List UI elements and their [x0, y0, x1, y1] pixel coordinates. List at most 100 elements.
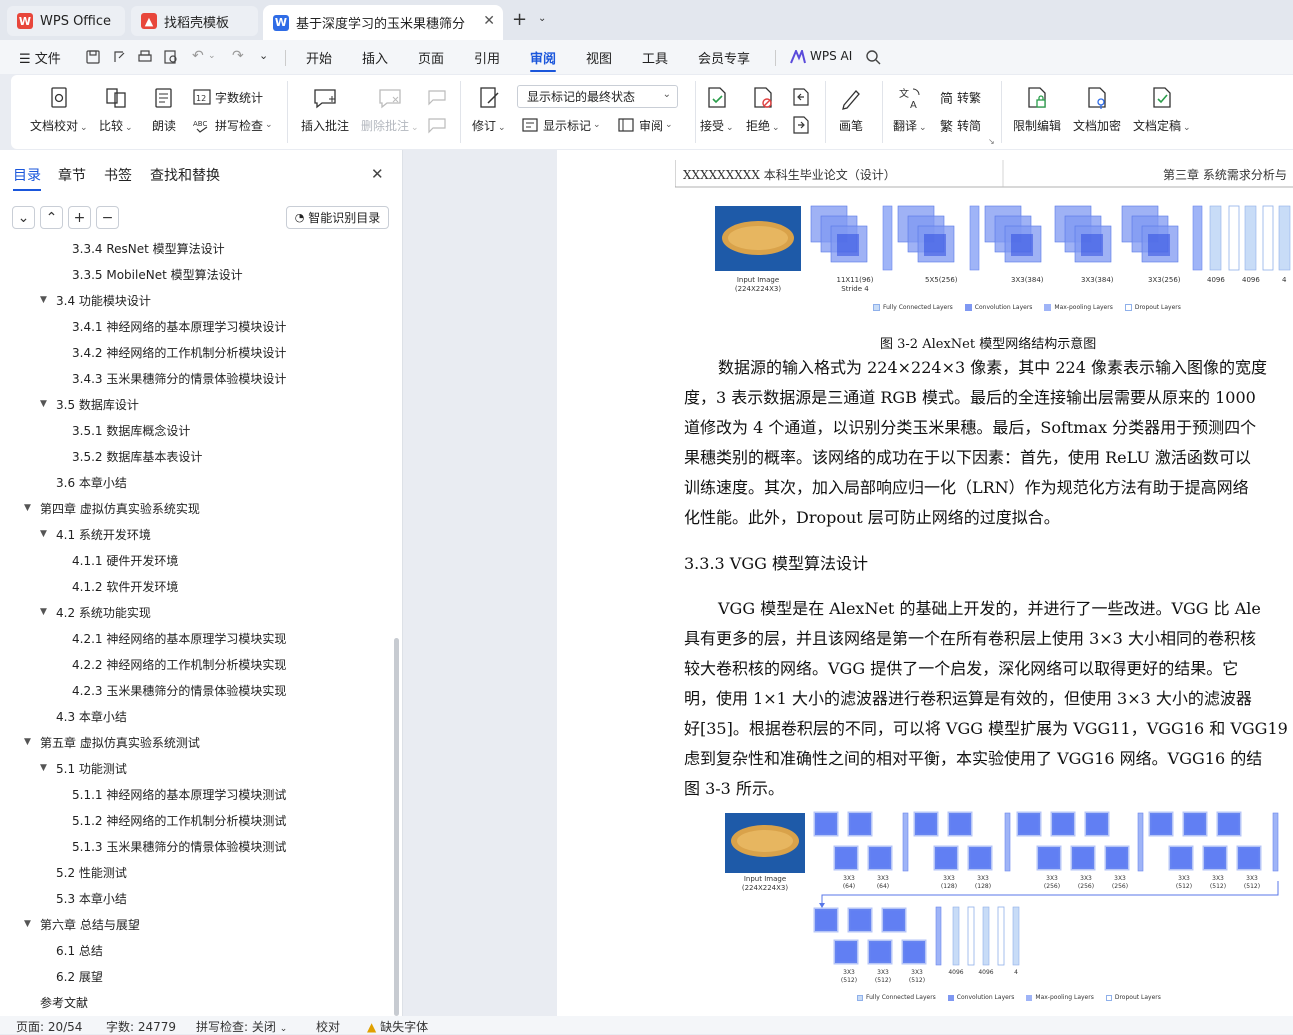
add-heading-button[interactable]: + — [68, 206, 91, 229]
toc-item[interactable]: ▼ 3.5 数据库设计 — [40, 391, 139, 417]
toc-scrollbar[interactable] — [394, 638, 399, 1016]
menu-file[interactable]: ☰ 文件 — [19, 48, 61, 67]
search-icon[interactable] — [865, 49, 881, 65]
toc-item[interactable]: 5.3 本章小结 — [56, 885, 127, 911]
insert-comment-button[interactable]: 插入批注 — [301, 85, 349, 134]
tab-docer[interactable]: ▲ 找稻壳模板 — [131, 6, 258, 36]
page-indicator[interactable]: 页面: 20/54 — [16, 1018, 82, 1035]
smart-toc-button[interactable]: ◔ 智能识别目录 — [286, 206, 389, 229]
toc-item[interactable]: 4.1.1 硬件开发环境 — [72, 547, 178, 573]
toc-item[interactable]: 3.5.1 数据库概念设计 — [72, 417, 190, 443]
expand-triangle-icon[interactable]: ▼ — [40, 607, 56, 617]
expand-triangle-icon[interactable]: ▼ — [24, 919, 40, 929]
finalize-button[interactable]: 文档定稿 ⌄ — [1133, 85, 1191, 134]
toc-item[interactable]: ▼ 5.1 功能测试 — [40, 755, 127, 781]
tab-bookmarks[interactable]: 书签 — [104, 165, 132, 185]
markup-state-dropdown[interactable]: 显示标记的最终状态 ⌄ — [517, 85, 678, 108]
spell-check-button[interactable]: ABC 拼写检查 ⌄ — [193, 116, 273, 134]
next-change-icon[interactable] — [791, 115, 811, 135]
toc-item[interactable]: 3.4.2 神经网络的工作机制分析模块设计 — [72, 339, 286, 365]
toc-item[interactable]: 3.3.5 MobileNet 模型算法设计 — [72, 261, 243, 287]
reject-button[interactable]: 拒绝 ⌄ — [746, 85, 780, 134]
tab-sections[interactable]: 章节 — [58, 165, 86, 185]
tab-wps-office[interactable]: W WPS Office — [7, 6, 125, 36]
expand-triangle-icon[interactable]: ▼ — [24, 503, 40, 513]
expand-triangle-icon[interactable]: ▼ — [40, 529, 56, 539]
tab-find-replace[interactable]: 查找和替换 — [150, 165, 220, 185]
toc-item[interactable]: 4.2.1 神经网络的基本原理学习模块实现 — [72, 625, 286, 651]
toc-item[interactable]: 5.2 性能测试 — [56, 859, 127, 885]
toc-item[interactable]: 4.1.2 软件开发环境 — [72, 573, 178, 599]
next-comment-icon[interactable] — [427, 115, 447, 135]
undo-icon[interactable]: ↶ — [192, 48, 204, 64]
toc-item[interactable]: 6.2 展望 — [56, 963, 103, 989]
toc-item[interactable]: 6.1 总结 — [56, 937, 103, 963]
encrypt-button[interactable]: 文档加密 — [1073, 85, 1121, 134]
read-aloud-button[interactable]: 朗读 — [151, 85, 177, 134]
previous-comment-icon[interactable] — [427, 87, 447, 107]
toc-item[interactable]: 5.1.3 玉米果穗筛分的情景体验模块测试 — [72, 833, 286, 859]
to-traditional-button[interactable]: 简 转繁 — [940, 88, 981, 107]
word-count-indicator[interactable]: 字数: 24779 — [106, 1018, 176, 1035]
menu-reference[interactable]: 引用 — [474, 48, 500, 67]
restrict-edit-button[interactable]: 限制编辑 — [1013, 85, 1061, 134]
save-icon[interactable] — [85, 49, 101, 65]
more-chevron-icon[interactable]: ⌄ — [259, 49, 268, 62]
toc-item[interactable]: ▼ 4.2 系统功能实现 — [40, 599, 151, 625]
toc-item[interactable]: ▼ 第六章 总结与展望 — [24, 911, 140, 937]
doc-check-button[interactable]: 文档校对 ⌄ — [30, 85, 88, 134]
expand-triangle-icon[interactable]: ▼ — [40, 399, 56, 409]
review-pane-button[interactable]: 审阅 ⌄ — [617, 116, 673, 134]
print-icon[interactable] — [137, 49, 153, 65]
expand-triangle-icon[interactable]: ▼ — [24, 737, 40, 747]
toc-item[interactable]: ▼ 4.1 系统开发环境 — [40, 521, 151, 547]
translate-button[interactable]: 文A 翻译 ⌄ — [893, 85, 927, 134]
previous-change-icon[interactable] — [791, 87, 811, 107]
redo-icon[interactable]: ↷ — [232, 48, 244, 64]
toc-item[interactable]: ▼ 3.4 功能模块设计 — [40, 287, 151, 313]
pen-button[interactable]: 画笔 — [838, 85, 864, 134]
delete-comment-button[interactable]: 删除批注 ⌄ — [361, 85, 419, 134]
toc-item[interactable]: 4.3 本章小结 — [56, 703, 127, 729]
collapse-all-button[interactable]: ⌄ — [12, 206, 35, 229]
print-preview-icon[interactable] — [163, 49, 179, 65]
tab-current-document[interactable]: W 基于深度学习的玉米果穗筛分 ✕ — [263, 5, 503, 40]
menu-wps-ai[interactable]: WPS AI — [810, 49, 852, 63]
toc-item[interactable]: 3.6 本章小结 — [56, 469, 127, 495]
word-count-button[interactable]: 12 字数统计 — [193, 88, 263, 106]
toc-item[interactable]: 5.1.2 神经网络的工作机制分析模块测试 — [72, 807, 286, 833]
accept-button[interactable]: 接受 ⌄ — [700, 85, 734, 134]
toc-item[interactable]: ▼ 第四章 虚拟仿真实验系统实现 — [24, 495, 200, 521]
tab-toc[interactable]: 目录 — [13, 165, 41, 191]
show-markup-button[interactable]: 显示标记 ⌄ — [521, 116, 601, 134]
tab-list-chevron-icon[interactable]: ⌄ — [538, 13, 546, 24]
toc-item[interactable]: 3.4.3 玉米果穗筛分的情景体验模块设计 — [72, 365, 286, 391]
toc-item[interactable]: 4.2.3 玉米果穗筛分的情景体验模块实现 — [72, 677, 286, 703]
missing-font-indicator[interactable]: ▲ 缺失字体 — [367, 1018, 428, 1035]
close-tab-icon[interactable]: ✕ — [483, 13, 495, 29]
dialog-launcher-icon[interactable]: ↘ — [988, 137, 995, 146]
toc-item[interactable]: 3.4.1 神经网络的基本原理学习模块设计 — [72, 313, 286, 339]
toc-item[interactable]: ▼ 第五章 虚拟仿真实验系统测试 — [24, 729, 200, 755]
proofread-button[interactable]: 校对 — [316, 1018, 340, 1035]
expand-triangle-icon[interactable]: ▼ — [40, 763, 56, 773]
menu-review[interactable]: 审阅 — [530, 48, 557, 72]
toc-item[interactable]: 参考文献 — [40, 989, 88, 1015]
toc-item[interactable]: 4.2.2 神经网络的工作机制分析模块实现 — [72, 651, 286, 677]
revise-button[interactable]: 修订 ⌄ — [472, 85, 506, 134]
menu-insert[interactable]: 插入 — [362, 48, 388, 67]
menu-start[interactable]: 开始 — [306, 48, 332, 67]
menu-page[interactable]: 页面 — [418, 48, 444, 67]
toc-item[interactable]: 5.1.1 神经网络的基本原理学习模块测试 — [72, 781, 286, 807]
spell-check-status[interactable]: 拼写检查: 关闭 ⌄ — [196, 1018, 287, 1035]
undo-chevron-icon[interactable]: ⌄ — [208, 51, 216, 61]
to-simplified-button[interactable]: 繁 转简 — [940, 116, 981, 135]
expand-triangle-icon[interactable]: ▼ — [40, 295, 56, 305]
toc-item[interactable]: 3.3.4 ResNet 模型算法设计 — [72, 238, 225, 261]
close-panel-icon[interactable]: ✕ — [371, 165, 384, 183]
export-icon[interactable] — [111, 49, 127, 65]
expand-up-button[interactable]: ⌃ — [40, 206, 63, 229]
new-tab-icon[interactable]: + — [512, 9, 527, 30]
remove-heading-button[interactable]: − — [96, 206, 119, 229]
menu-member[interactable]: 会员专享 — [698, 48, 750, 67]
